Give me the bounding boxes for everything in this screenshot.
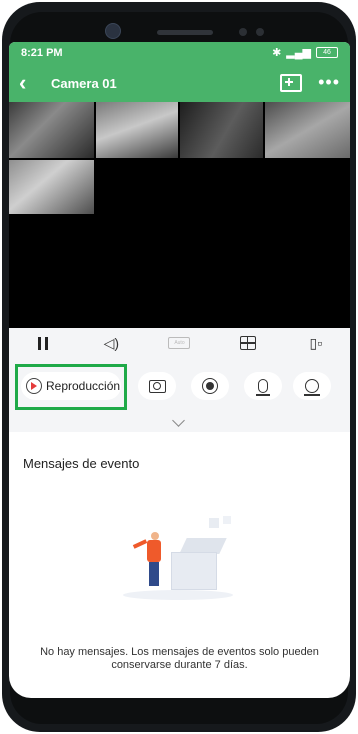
playback-button[interactable]: Reproducción [21, 372, 121, 400]
microphone-icon [256, 379, 270, 396]
sensor-dot [256, 28, 264, 36]
sensor-dot [239, 28, 247, 36]
playback-toolbar: ◁) Auto ▯▫ [9, 328, 350, 358]
record-button[interactable] [191, 372, 229, 400]
illustration-person-body [147, 540, 161, 562]
illustration-square [223, 516, 231, 524]
playback-icon [26, 378, 42, 394]
illustration-shadow [123, 590, 233, 600]
pause-button[interactable] [23, 332, 63, 354]
camera-feed-3[interactable] [180, 102, 263, 158]
status-time: 8:21 PM [21, 47, 63, 59]
pause-icon [38, 336, 42, 350]
quality-icon: Auto [168, 337, 191, 349]
camera-feed-2[interactable] [96, 102, 178, 158]
camera-feed-5[interactable] [9, 160, 94, 214]
more-options-icon[interactable]: ••• [318, 72, 340, 93]
bluetooth-icon: ✱ [272, 47, 282, 59]
status-bar: 8:21 PM ✱ ▂▄▆ 46 [9, 42, 350, 66]
battery-icon: 46 [316, 47, 338, 58]
grid-icon [239, 336, 256, 350]
controls-panel: Reproducción [9, 358, 350, 432]
front-camera [105, 23, 121, 39]
illustration-person-head [151, 532, 159, 540]
camera-feed-4[interactable] [265, 102, 350, 158]
speaker-icon: ◁) [103, 334, 119, 351]
fullscreen-button[interactable]: ▯▫ [296, 332, 336, 354]
empty-events-message: No hay mensajes. Los mensajes de eventos… [40, 646, 319, 671]
illustration-box [171, 552, 217, 590]
pause-icon-bar [45, 336, 49, 350]
camera-feed-1[interactable] [9, 102, 94, 158]
signal-icon: ▂▄▆ [286, 47, 311, 59]
status-icons: ✱ ▂▄▆ 46 [272, 46, 338, 59]
playback-label: Reproducción [46, 379, 121, 393]
illustration-square [209, 518, 219, 528]
video-grid [9, 102, 350, 328]
camera-icon [148, 379, 166, 393]
ptz-icon [304, 379, 320, 396]
ptz-button[interactable] [293, 372, 331, 400]
empty-state-illustration [113, 510, 243, 600]
earpiece-speaker [157, 30, 213, 35]
screen: 8:21 PM ✱ ▂▄▆ 46 ‹ Camera 01 ••• ◁) Auto [9, 42, 350, 698]
record-icon [202, 378, 218, 394]
events-title: Mensajes de evento [23, 456, 140, 471]
rotate-screen-icon: ▯▫ [309, 334, 323, 351]
quality-button[interactable]: Auto [159, 332, 199, 354]
split-view-button[interactable] [228, 332, 268, 354]
talk-button[interactable] [244, 372, 282, 400]
add-view-icon[interactable] [280, 74, 302, 92]
illustration-person-arm [132, 539, 148, 549]
chevron-down-icon[interactable] [172, 414, 185, 427]
sound-button[interactable]: ◁) [91, 332, 131, 354]
app-bar: ‹ Camera 01 ••• [9, 66, 350, 102]
snapshot-button[interactable] [138, 372, 176, 400]
illustration-person-legs [149, 562, 159, 586]
back-arrow-icon[interactable]: ‹ [19, 72, 26, 94]
page-title: Camera 01 [51, 76, 117, 91]
